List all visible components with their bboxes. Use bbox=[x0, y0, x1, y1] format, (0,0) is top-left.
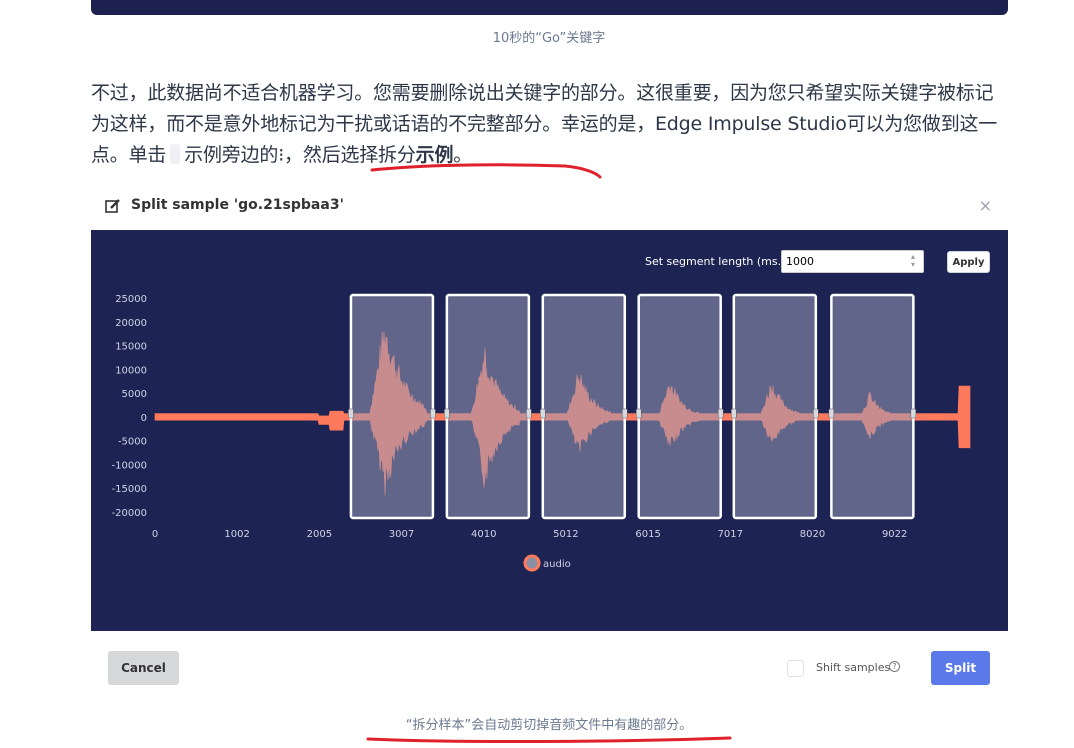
close-icon[interactable]: × bbox=[979, 196, 992, 215]
shift-samples-checkbox[interactable] bbox=[787, 660, 804, 677]
segment-length-label: Set segment length (ms.): bbox=[645, 255, 790, 268]
help-icon[interactable]: ? bbox=[889, 661, 900, 672]
segment-handle-left bbox=[731, 408, 737, 419]
segment-handle-right bbox=[526, 408, 532, 419]
y-tick-label: 15000 bbox=[115, 342, 147, 353]
segment-handle-right bbox=[430, 408, 436, 419]
waveform-chart: 25000 20000 15000 10000 5000 0 -5000 -10000 -150… bbox=[112, 293, 971, 572]
x-tick-label: 2005 bbox=[307, 529, 332, 540]
shift-samples-label: Shift samples bbox=[816, 661, 891, 674]
body-paragraph: 不过，此数据尚不适合机器学习。您需要删除说出关键字的部分。这很重要，因为您只希望… bbox=[91, 78, 1011, 171]
y-tick-label: 5000 bbox=[122, 389, 147, 400]
segment-handle-left bbox=[348, 408, 354, 419]
previous-figure-image bbox=[91, 0, 1008, 15]
segment-handle-left bbox=[444, 408, 450, 419]
x-tick-label: 7017 bbox=[718, 529, 743, 540]
x-tick-label: 3007 bbox=[389, 529, 414, 540]
y-tick-label: -20000 bbox=[112, 508, 147, 519]
segment-handle-right bbox=[622, 408, 628, 419]
y-tick-label: -15000 bbox=[112, 484, 147, 495]
split-segment bbox=[445, 293, 531, 520]
split-segment bbox=[349, 293, 435, 520]
y-tick-label: -5000 bbox=[118, 437, 147, 448]
figure-caption-bottom: “拆分样本”会自动剪切掉音频文件中有趣的部分。 bbox=[405, 718, 693, 733]
y-tick-label: 0 bbox=[141, 413, 147, 424]
more-options-chip bbox=[170, 144, 181, 164]
segment-handle-right bbox=[717, 408, 724, 419]
red-underline-annotation-bottom bbox=[366, 736, 732, 744]
segment-handle-right bbox=[910, 408, 917, 419]
split-segment bbox=[830, 293, 915, 520]
x-tick-label: 4010 bbox=[471, 529, 496, 540]
x-tick-label: 8020 bbox=[800, 529, 825, 540]
paragraph-text-3: 。 bbox=[453, 144, 473, 166]
y-tick-label: -10000 bbox=[112, 460, 147, 471]
waveform-plot[interactable]: 25000 20000 15000 10000 5000 0 -5000 -10000 -150… bbox=[91, 230, 1008, 631]
legend-label-audio: audio bbox=[543, 559, 571, 570]
modal-title: Split sample 'go.21spbaa3' bbox=[131, 197, 344, 213]
split-segment bbox=[732, 293, 818, 520]
edit-icon bbox=[105, 199, 120, 213]
x-tick-label: 1002 bbox=[224, 529, 249, 540]
split-segment bbox=[541, 293, 627, 520]
paragraph-bold: 示例 bbox=[415, 144, 454, 166]
modal-header: Split sample 'go.21spbaa3' × bbox=[91, 185, 1008, 230]
split-segment bbox=[637, 293, 722, 520]
x-tick-label: 6015 bbox=[635, 529, 660, 540]
split-button[interactable]: Split bbox=[931, 651, 990, 685]
y-tick-label: 10000 bbox=[115, 365, 147, 376]
segment-handle-left bbox=[828, 408, 835, 419]
y-tick-label: 20000 bbox=[115, 318, 147, 329]
modal-footer: Cancel Shift samples ? Split bbox=[91, 631, 1008, 700]
segment-length-input[interactable] bbox=[781, 250, 924, 273]
segment-handle-left bbox=[635, 408, 642, 419]
x-tick-label: 9022 bbox=[882, 529, 907, 540]
legend-marker-audio bbox=[523, 554, 541, 572]
segment-handle-right bbox=[813, 408, 819, 419]
cancel-button[interactable]: Cancel bbox=[108, 651, 179, 685]
spinner-icon[interactable]: ▴ ▾ bbox=[911, 253, 915, 269]
x-tick-label: 0 bbox=[152, 529, 158, 540]
segment-handle-left bbox=[540, 408, 546, 419]
figure-caption-top: 10秒的“Go”关键字 bbox=[492, 31, 606, 46]
apply-button[interactable]: Apply bbox=[947, 251, 990, 273]
split-sample-modal: Split sample 'go.21spbaa3' × 25000 20000 1… bbox=[91, 185, 1008, 700]
y-tick-label: 25000 bbox=[115, 294, 147, 305]
paragraph-text-2: 示例旁边的⁝，然后选择拆分 bbox=[184, 144, 416, 166]
x-tick-label: 5012 bbox=[553, 529, 578, 540]
